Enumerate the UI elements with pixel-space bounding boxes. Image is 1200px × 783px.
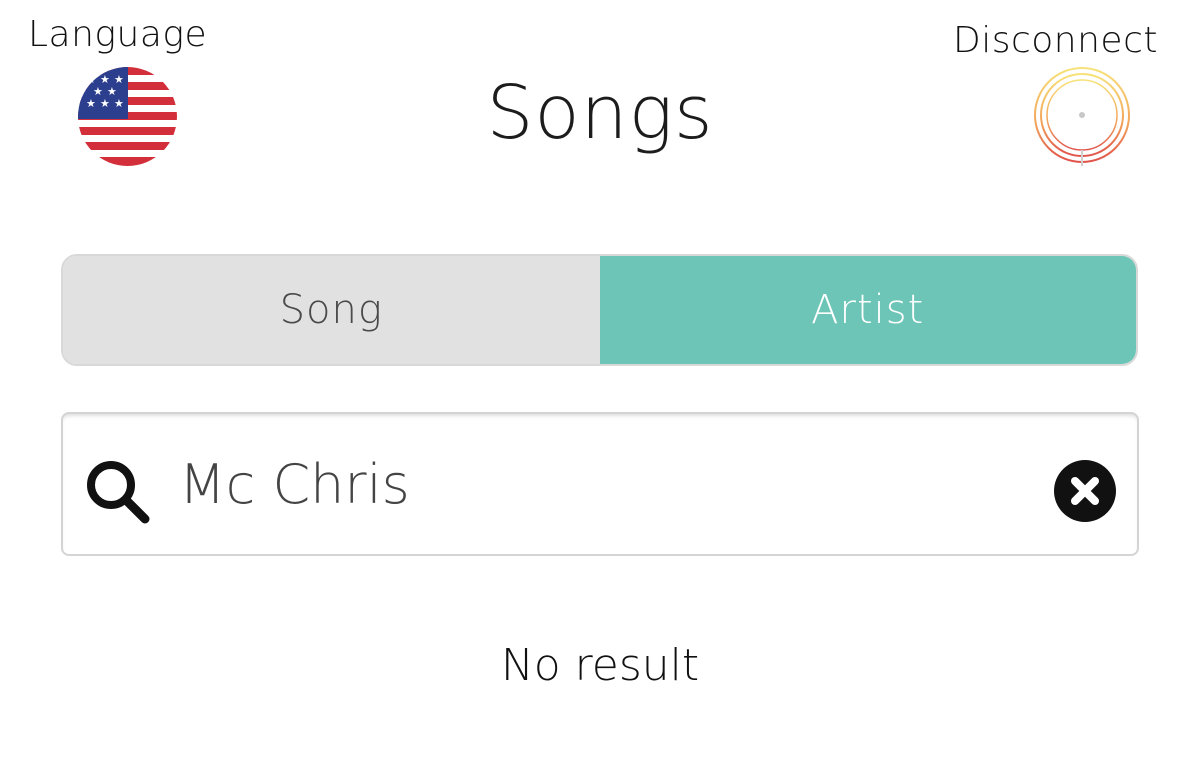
disconnect-button[interactable] [1031,66,1133,168]
clear-icon[interactable] [1053,459,1117,523]
search-icon [87,461,150,524]
disconnect-label: Disconnect [953,20,1158,61]
segment-song-button[interactable]: Song [63,256,600,364]
segment-artist-button[interactable]: Artist [599,256,1136,364]
language-label: Language [28,14,208,55]
no-result-message: No result [500,640,700,691]
songs-page: Language ★ ★ ★ ★ ★ ★ ★ ★ Songs Disconnect [0,0,1200,783]
page-title: Songs [486,70,714,156]
search-input[interactable] [179,444,1019,524]
search-bar [61,412,1139,556]
power-icon [1034,67,1130,166]
search-mode-toggle: Song Artist [61,254,1138,366]
